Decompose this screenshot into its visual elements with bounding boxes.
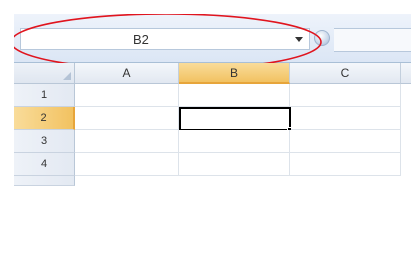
- cell-c1[interactable]: [290, 84, 401, 107]
- cell-a4[interactable]: [75, 153, 179, 176]
- row-header-2[interactable]: 2: [14, 107, 75, 130]
- column-header-b[interactable]: B: [179, 63, 290, 84]
- cell-b4[interactable]: [179, 153, 290, 176]
- row-header-1[interactable]: 1: [14, 84, 75, 107]
- cell-a3[interactable]: [75, 130, 179, 153]
- cell-c3[interactable]: [290, 130, 401, 153]
- cell-c2[interactable]: [291, 107, 401, 130]
- cell-a2[interactable]: [75, 107, 179, 130]
- cell-a1[interactable]: [75, 84, 179, 107]
- row-header-4[interactable]: 4: [14, 153, 75, 176]
- cell-b1[interactable]: [179, 84, 290, 107]
- cell-c4[interactable]: [290, 153, 401, 176]
- select-all-triangle-icon: [63, 72, 71, 80]
- cell-b2-selected[interactable]: [179, 107, 291, 131]
- column-header-a[interactable]: A: [75, 63, 179, 84]
- cell-b3[interactable]: [179, 130, 290, 153]
- column-header-partial[interactable]: [401, 63, 411, 84]
- column-header-c[interactable]: C: [290, 63, 401, 84]
- formula-input[interactable]: [334, 28, 411, 52]
- select-all-corner[interactable]: [14, 63, 75, 84]
- spreadsheet-screenshot: B2 A B C 1 2 3 4: [14, 14, 411, 242]
- row-header-partial[interactable]: [14, 176, 75, 186]
- row-header-3[interactable]: 3: [14, 130, 75, 153]
